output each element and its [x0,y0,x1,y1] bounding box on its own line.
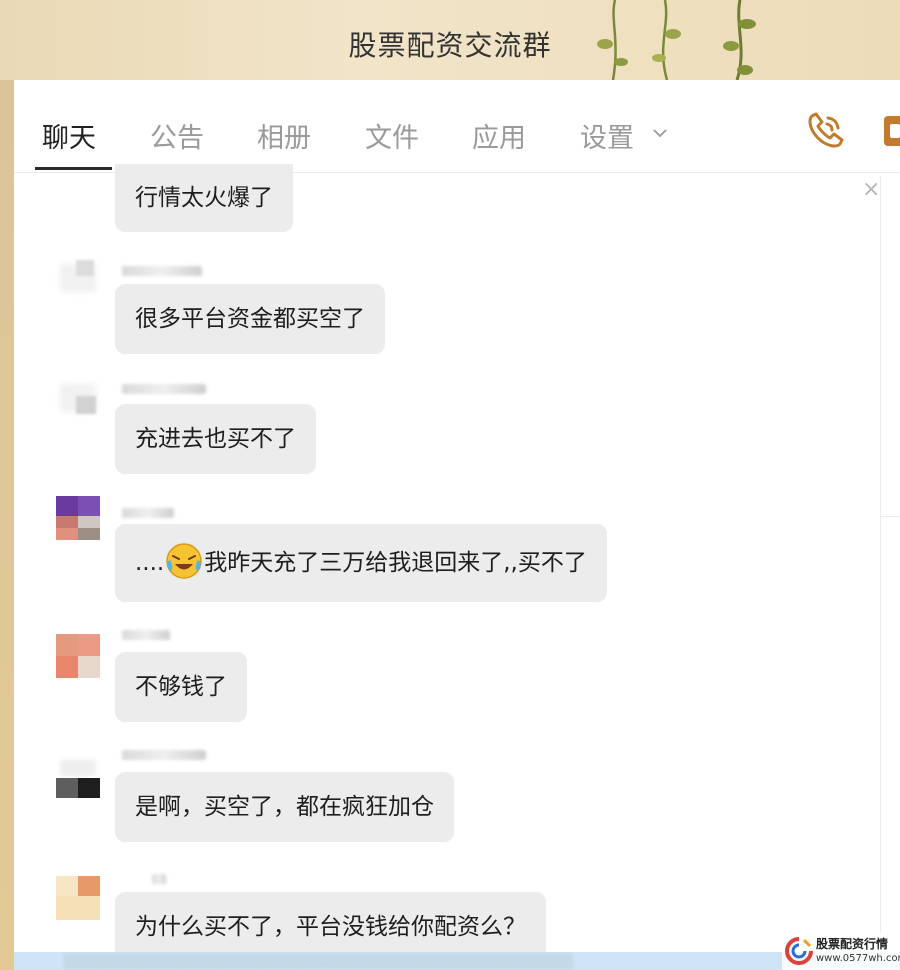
chat-panel: 聊天 公告 相册 文件 应用 设置 × 行情太火爆了 很多平台资金都买空了 充进… [14,80,900,970]
avatar[interactable] [56,376,100,420]
message-text: 很多平台资金都买空了 [135,306,365,332]
message-bubble: 充进去也买不了 [115,404,316,474]
tab-album[interactable]: 相册 [257,116,311,155]
avatar[interactable] [56,876,100,920]
avatar[interactable] [56,756,100,800]
message-text: 是啊，买空了，都在疯狂加仓 [135,794,434,820]
watermark-url: www.0577wh.com [816,953,900,964]
message-bubble: .... 我昨天充了三万给我退回来了,,买不了 [115,524,607,602]
sender-name [122,630,170,640]
crying-laughing-emoji-icon [166,542,202,579]
sender-name [122,384,206,394]
message-text: 我昨天充了三万给我退回来了,,买不了 [204,550,587,576]
sender-name [122,266,202,276]
window-titlebar: 股票配资交流群 [0,0,900,80]
avatar[interactable] [56,256,100,300]
sender-name [122,750,206,760]
side-divider-tick [880,516,900,517]
vine-decoration-icon [597,0,756,80]
sender-name [122,508,174,518]
message-text: 为什么买不了，平台没钱给你配资么？ [135,914,526,940]
tab-apps[interactable]: 应用 [472,116,526,155]
side-divider [880,176,881,970]
video-icon[interactable] [882,114,900,148]
message-text: 不够钱了 [135,674,227,700]
notification-bar[interactable]: ░░░░░░░░░░░░░░░░░░░░░░░░░░░░░░░░░░░░░░░░… [14,952,900,970]
message-bubble: 是啊，买空了，都在疯狂加仓 [115,772,454,842]
tab-bar: 聊天 公告 相册 文件 应用 设置 [14,80,900,173]
close-icon[interactable]: × [862,177,880,202]
message-prefix: .... [135,550,165,576]
notification-text-blurred: ░░░░░░░░░░░░░░░░░░░░░░░░░░░░░░░░░░░░░░░░… [64,955,574,970]
avatar[interactable] [56,634,100,678]
site-logo-icon [785,937,813,965]
window-left-edge [0,80,14,970]
phone-icon[interactable] [804,110,846,152]
message-text: 行情太火爆了 [135,185,273,211]
chevron-down-icon[interactable] [652,128,668,138]
message-bubble: 很多平台资金都买空了 [115,284,385,354]
message-text: 充进去也买不了 [135,426,296,452]
message-bubble: 行情太火爆了 [115,164,293,232]
tab-chat[interactable]: 聊天 [42,116,96,155]
tab-settings[interactable]: 设置 [580,116,634,155]
watermark-title: 股票配资行情 [816,937,889,951]
avatar[interactable] [56,496,100,540]
active-tab-indicator [35,167,112,170]
tab-files[interactable]: 文件 [365,116,419,155]
watermark: 股票配资行情 www.0577wh.com [782,933,900,970]
sender-name [152,874,166,884]
tab-announcement[interactable]: 公告 [150,116,204,155]
message-bubble: 不够钱了 [115,652,247,722]
